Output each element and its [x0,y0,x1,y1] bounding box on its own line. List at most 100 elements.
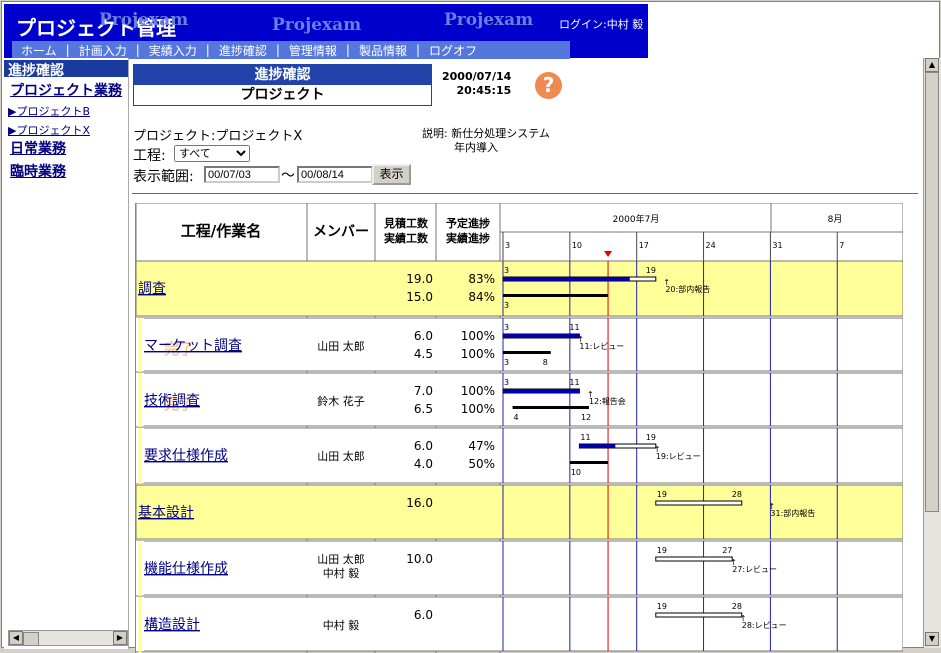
actual-start-label: 10 [571,468,581,477]
task-link: 構造設計 [144,617,200,633]
scroll-down-icon[interactable]: ▼ [925,632,939,646]
task-row-bg [136,427,903,484]
planned-progress: 47% [468,439,495,453]
actual-bar [569,461,609,464]
col-task-header: 工程/作業名 [181,222,261,240]
task-link: マーケット調査 [144,338,242,354]
actual-progress: 100% [461,347,495,361]
member-name: 中村 毅 [323,566,360,580]
actual-end-label: 8 [543,358,548,367]
plan-bar [655,612,743,618]
gantt-table: 工程/作業名 メンバー 見積工数 実績工数 予定進捗 実績進捗 2000年7月 8月 3 10 17… [135,203,903,653]
day-label: 17 [639,241,649,250]
col-hours-header: 実績工数 [384,231,429,245]
actual-start-label: 4 [514,413,519,422]
task-link: 基本設計 [138,504,194,521]
actual-bar [503,351,551,354]
menu-plan-input[interactable]: 計画入力 [70,42,136,59]
menu-home[interactable]: ホーム [12,42,66,59]
main-vertical-scrollbar[interactable]: ▲ ▼ [923,58,941,648]
menu-actual-input[interactable]: 実績入力 [140,42,206,59]
plan-start-label: 19 [657,490,667,499]
plan-start-label: 3 [504,266,509,275]
sidebar-item-daily-work[interactable]: 日常業務 [10,138,66,158]
task-link: 調査 [138,281,166,297]
scroll-up-icon[interactable]: ▲ [925,58,939,72]
plan-start-label: 19 [657,602,667,611]
page-title-box: 進捗確認 プロジェクト [133,64,432,106]
login-user: ログイン:中村 毅 [559,18,644,31]
month-label: 2000年7月 [613,213,660,225]
task-row-bg [136,540,903,596]
col-progress-header: 予定進捗 [446,216,490,230]
browser-window: プロジェクト管理 Projexam Projexam Projexam ログイン… [1,1,941,653]
estimate-hours: 6.0 [414,439,433,453]
task-row-bg [136,372,903,427]
actual-hours: 4.5 [414,347,433,361]
menu-management[interactable]: 管理情報 [280,42,346,59]
scroll-thumb[interactable] [925,72,939,512]
estimate-hours: 19.0 [406,272,433,286]
task-link: 技術調査 [144,393,200,409]
day-label: 31 [772,241,782,250]
menu-product[interactable]: 製品情報 [350,42,416,59]
task-row-bg [136,317,903,372]
plan-start-label: 3 [504,378,509,387]
task-row-bg [136,596,903,652]
estimate-hours: 16.0 [406,496,433,510]
range-separator: 〜 [281,168,295,184]
process-select[interactable]: すべて [174,145,250,162]
day-label: 10 [572,241,582,250]
plan-progress [503,277,630,281]
sidebar-item-adhoc-work[interactable]: 臨時業務 [10,161,66,181]
gantt-svg: 工程/作業名 メンバー見積工数実績工数 予定進捗実績進捗 2000年7月 8月 3 10 17… [136,203,903,653]
scroll-right-icon[interactable]: ▶ [113,631,127,645]
sidebar-horizontal-scrollbar[interactable]: ◀ ▶ [8,630,128,646]
range-from-input[interactable] [204,166,280,183]
process-label: 工程: [133,148,166,164]
actual-progress: 50% [468,457,495,471]
scroll-left-icon[interactable]: ◀ [9,631,23,645]
milestone-note: 19:レビュー [656,452,701,461]
plan-end-label: 19 [646,433,656,442]
menu-logoff[interactable]: ログオフ [420,42,486,59]
page-subtitle: プロジェクト [240,87,325,103]
time-text: 20:45:15 [456,84,512,97]
divider [132,193,918,194]
plan-start-label: 3 [504,323,509,332]
plan-end-label: 28 [732,602,742,611]
month-label: 8月 [828,214,843,225]
sidebar-item-project-x[interactable]: ▶プロジェクトX [8,122,90,138]
date-text: 2000/07/14 [442,70,512,83]
actual-hours: 15.0 [406,290,433,304]
scroll-thumb[interactable] [23,632,39,646]
range-label: 表示範囲: [133,169,194,185]
show-button[interactable]: 表示 [372,164,411,185]
milestone-note: 11:レビュー [579,342,624,351]
page-title: 進捗確認 [134,65,431,85]
range-to-input[interactable] [297,166,373,183]
menu-progress[interactable]: 進捗確認 [210,42,276,59]
datetime: 2000/07/14 20:45:15 [442,70,511,98]
milestone-note: 27:レビュー [732,565,777,574]
day-label: 3 [505,241,510,250]
sidebar-item-project-work[interactable]: プロジェクト業務 [10,80,122,100]
plan-end-label: 11 [569,378,579,387]
planned-progress: 100% [461,384,495,398]
help-icon[interactable]: ? [535,72,562,99]
plan-end-label: 11 [569,323,579,332]
milestone-note: 20:部内報告 [665,284,710,294]
watermark: Projexam [99,10,189,30]
actual-start-label: 3 [504,301,509,310]
main-menu: ホーム | 計画入力 | 実績入力 | 進捗確認 | 管理情報 | 製品情報 |… [12,41,570,59]
actual-progress: 100% [461,402,495,416]
actual-hours: 6.5 [414,402,433,416]
milestone-note: 28:レビュー [742,621,787,630]
estimate-hours: 6.0 [414,329,433,343]
sidebar-item-project-b[interactable]: ▶プロジェクトB [8,103,90,119]
estimate-hours: 10.0 [406,552,433,566]
plan-end-label: 28 [732,490,742,499]
actual-bar [503,294,609,297]
member-name: 山田 太郎 [317,449,365,463]
project-label: プロジェクト:プロジェクトX [133,129,303,144]
